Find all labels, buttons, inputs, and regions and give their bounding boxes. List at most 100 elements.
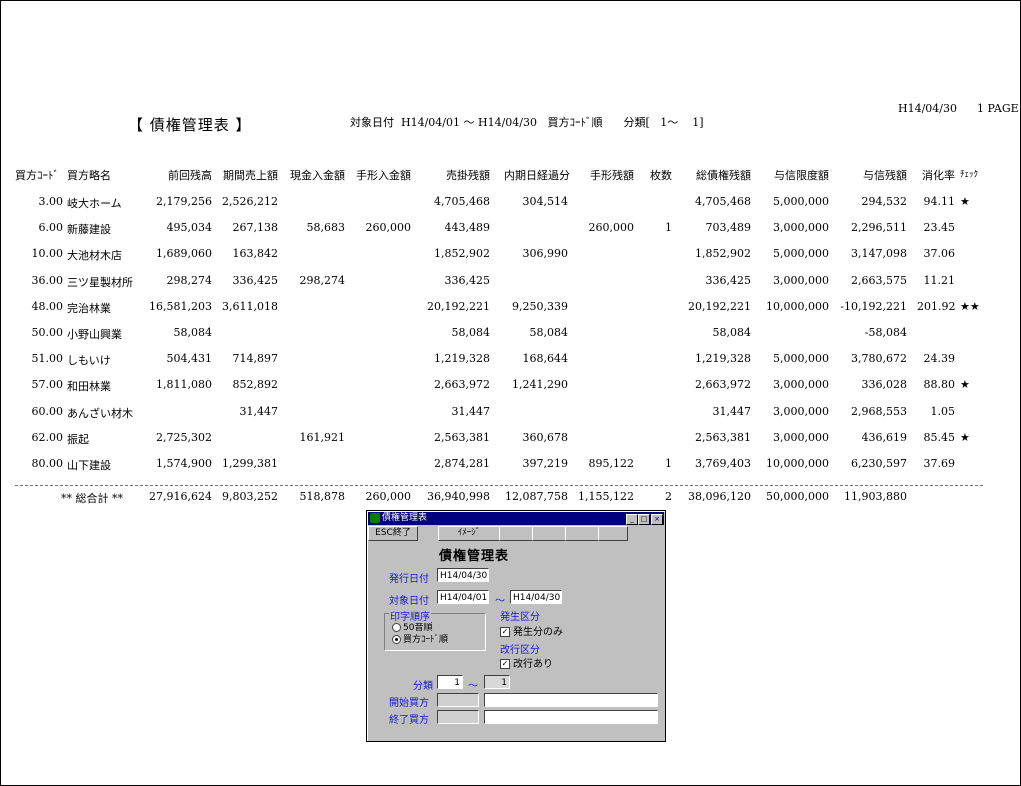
buyer-code: 62.00 <box>31 430 64 444</box>
prev-balance: 504,431 <box>166 352 213 366</box>
issue-date-field[interactable]: H14/04/30 <box>437 568 489 582</box>
table-row: 50.00 小野山興業 58,084 58,084 58,084 58,084 -58,08… <box>1 326 1020 352</box>
hdr-total-credit: 総債権残額 <box>696 169 751 182</box>
hdr-buyer-code: 買方ｺｰﾄﾞ <box>15 169 59 182</box>
occurrence-checkbox-row[interactable]: ✓ 発生分のみ <box>500 623 563 638</box>
buyer-name: しもいけ <box>67 354 111 368</box>
hdr-ar-balance: 売掛残額 <box>446 169 490 182</box>
ar-balance: 4,705,468 <box>434 195 490 208</box>
occurrence-label: 発生区分 <box>500 612 540 623</box>
hdr-usage-rate: 消化率 <box>922 169 955 182</box>
credit-limit: 3,000,000 <box>773 378 829 392</box>
total-credit: 3,769,403 <box>695 457 751 470</box>
target-date-label: 対象日付 <box>389 596 429 607</box>
period-sales: 267,138 <box>232 221 279 235</box>
credit-remaining: -58,084 <box>864 326 907 339</box>
total-credit-limit: 50,000,000 <box>766 490 829 503</box>
category-to-field[interactable]: 1 <box>484 675 510 689</box>
table-row: 57.00 和田林業 1,811,080 852,892 2,663,972 1,241,… <box>1 378 1020 404</box>
credit-limit: 3,000,000 <box>773 430 829 444</box>
app-icon <box>370 513 380 523</box>
buyer-name: 三ツ星製材所 <box>67 275 133 289</box>
ar-balance: 2,563,381 <box>434 430 490 444</box>
credit-remaining: 3,780,672 <box>851 352 907 366</box>
credit-remaining: 2,968,553 <box>851 404 907 418</box>
dialog-title-bar[interactable]: 債権管理表 _ □ × <box>368 512 664 525</box>
cash-received: 298,274 <box>299 273 346 287</box>
bill-count: 1 <box>665 457 672 470</box>
hdr-prev-balance: 前回残高 <box>168 169 212 182</box>
pagebreak-option-label: 改行あり <box>513 659 553 670</box>
total-credit: 2,563,381 <box>695 430 751 444</box>
credit-remaining: -10,192,221 <box>840 299 907 313</box>
image-button[interactable]: ｲﾒｰｼﾞ <box>438 526 500 541</box>
bill-count: 1 <box>665 221 672 235</box>
buyer-name: 振起 <box>67 432 89 446</box>
category-label: 分類 <box>413 681 433 692</box>
overdue: 360,678 <box>522 430 569 444</box>
target-date-from-field[interactable]: H14/04/01 <box>437 590 489 604</box>
function-button-5[interactable] <box>565 526 599 541</box>
order-code-option[interactable]: 買方ｺｰﾄﾞ順 <box>392 632 448 645</box>
dialog-title: 債権管理表 <box>382 513 428 523</box>
end-buyer-name-field[interactable] <box>484 710 658 724</box>
credit-remaining: 2,296,511 <box>851 221 907 235</box>
credit-limit: 3,000,000 <box>773 404 829 418</box>
period-sales: 1,299,381 <box>222 457 278 470</box>
pagebreak-checkbox-row[interactable]: ✓ 改行あり <box>500 655 553 670</box>
start-buyer-code-field[interactable] <box>437 693 479 707</box>
report-conditions: 対象日付 H14/04/01 ～ H14/04/30 買方ｺｰﾄﾞ順 分類[ 1… <box>350 116 704 129</box>
usage-rate: 201.92 <box>917 299 956 313</box>
radio-buyer-code[interactable] <box>392 635 401 644</box>
buyer-code: 51.00 <box>31 352 64 366</box>
period-sales: 714,897 <box>232 352 279 366</box>
function-button-4[interactable] <box>532 526 566 541</box>
buyer-name: 和田林業 <box>67 380 111 394</box>
ar-balance: 1,852,902 <box>434 247 490 261</box>
radio-50on[interactable] <box>392 623 401 632</box>
hdr-bill-balance: 手形残額 <box>590 169 634 182</box>
overdue: 397,219 <box>522 457 569 470</box>
hdr-period-sales: 期間売上額 <box>223 169 278 182</box>
prev-balance: 1,574,900 <box>156 457 212 470</box>
function-button-6[interactable] <box>598 526 628 541</box>
pagebreak-checkbox[interactable]: ✓ <box>500 659 510 669</box>
overdue: 9,250,339 <box>512 299 568 313</box>
prev-balance: 2,725,302 <box>156 430 212 444</box>
start-buyer-name-field[interactable] <box>484 693 658 707</box>
page-number: 1 PAGE <box>977 102 1019 115</box>
table-row: 80.00 山下建設 1,574,900 1,299,381 2,874,281 397,… <box>1 457 1020 483</box>
buyer-code: 3.00 <box>38 195 64 208</box>
buyer-name: 新藤建設 <box>67 223 111 237</box>
hdr-buyer-name: 買方略名 <box>67 169 111 182</box>
bill-balance: 260,000 <box>588 221 635 235</box>
page-date: H14/04/30 <box>898 102 957 115</box>
usage-rate: 37.69 <box>923 457 956 470</box>
function-key-bar: ESC終了 ｲﾒｰｼﾞ <box>368 526 628 541</box>
hdr-credit-limit: 与信限度額 <box>774 169 829 182</box>
credit-remaining: 6,230,597 <box>851 457 907 470</box>
function-button-3[interactable] <box>499 526 533 541</box>
occurrence-checkbox[interactable]: ✓ <box>500 627 510 637</box>
total-separator <box>15 485 983 486</box>
maximize-button[interactable]: □ <box>638 514 650 525</box>
close-button[interactable]: × <box>651 514 663 525</box>
total-ar-balance: 36,940,998 <box>427 490 490 503</box>
credit-limit: 10,000,000 <box>766 457 829 470</box>
prev-balance: 298,274 <box>166 273 213 287</box>
minimize-button[interactable]: _ <box>626 514 638 525</box>
start-buyer-label: 開始買方 <box>389 698 429 709</box>
target-date-to-field[interactable]: H14/04/30 <box>510 590 562 604</box>
category-from-field[interactable]: 1 <box>437 675 463 689</box>
total-credit: 703,489 <box>705 221 752 235</box>
ar-balance: 20,192,221 <box>427 299 490 313</box>
ar-balance: 2,663,972 <box>434 378 490 392</box>
buyer-name: 岐大ホーム <box>67 197 122 210</box>
dialog-heading: 債権管理表 <box>439 549 510 564</box>
esc-exit-button[interactable]: ESC終了 <box>368 526 418 541</box>
overdue: 58,084 <box>529 326 569 339</box>
end-buyer-code-field[interactable] <box>437 710 479 724</box>
buyer-code: 10.00 <box>31 247 64 261</box>
usage-rate: 37.06 <box>923 247 956 261</box>
period-sales: 2,526,212 <box>222 195 278 208</box>
